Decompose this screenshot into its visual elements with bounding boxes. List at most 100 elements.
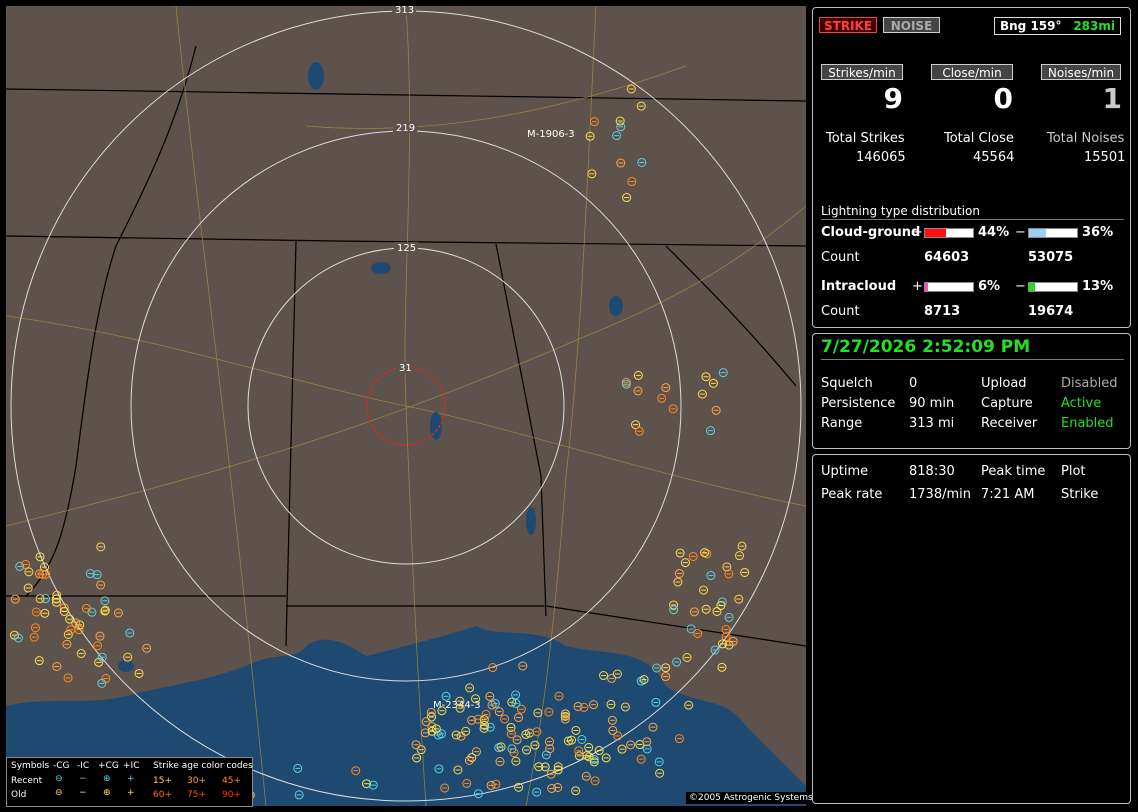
age-45: 45+ [222,776,241,786]
ic-count-label: Count [821,304,860,319]
close-per-min-label: Close/min [931,64,1013,80]
uptime-label: Uptime [821,464,869,479]
uptime-value: 818:30 [909,464,955,479]
cg-pos-pct: 44% [978,225,1010,240]
capture-value: Active [1061,396,1102,411]
upload-label: Upload [981,376,1027,391]
legend-col-neg-ic: -IC [77,761,90,771]
persistence-value: 90 min [909,396,955,411]
strikes-per-min-label: Strikes/min [821,64,903,80]
distance-value: 283mi [1073,19,1115,33]
receiver-value: Enabled [1061,416,1114,431]
noise-mode-button[interactable]: NOISE [883,17,940,33]
legend-col-pos-ic: +IC [123,761,140,771]
legend-row-old: Old [11,790,27,800]
recent-pos-ic-icon: + [127,774,135,784]
old-pos-ic-icon: + [127,788,135,798]
cg-pos-bar [924,228,974,238]
old-neg-ic-icon: − [79,788,87,798]
map-canvas[interactable]: 313 219 125 31 M-1906-3 M-2344-3 [6,6,806,806]
copyright-notice: ©2005 Astrogenic Systems [686,792,816,804]
ic-neg-pct: 13% [1082,279,1114,294]
capture-label: Capture [981,396,1033,411]
legend-row-recent: Recent [11,776,43,786]
squelch-label: Squelch [821,376,873,391]
age-90: 90+ [222,790,241,800]
cg-pos-bar-fill [925,229,947,237]
legend-col-pos-cg: +CG [98,761,119,771]
recent-neg-cg-icon: ⊖ [55,774,63,784]
plot-label: Plot [1061,464,1086,479]
age-75: 75+ [187,790,206,800]
noises-per-min-label: Noises/min [1041,64,1121,80]
age-30: 30+ [187,776,206,786]
status-divider [821,359,1124,360]
uptime-panel: Uptime 818:30 Peak time Plot Peak rate 1… [812,454,1131,804]
recent-pos-cg-icon: ⊕ [103,774,111,784]
ic-pos-count: 8713 [924,304,961,319]
old-pos-cg-icon: ⊕ [103,788,111,798]
distribution-title: Lightning type distribution [821,204,980,218]
total-close-label: Total Close [944,131,1014,146]
cg-pos-count: 64603 [924,250,970,265]
peak-time-value: 7:21 AM [981,487,1035,502]
legend-age-title: Strike age color codes [153,761,253,771]
strikes-per-min-value: 9 [883,82,903,115]
ic-pos-bar [924,282,974,292]
ic-neg-sign: − [1015,279,1026,294]
cg-count-label: Count [821,250,860,265]
total-close-value: 45564 [973,150,1015,165]
old-neg-cg-icon: ⊖ [55,788,63,798]
range-label: Range [821,416,863,431]
upload-value: Disabled [1061,376,1118,391]
recent-neg-ic-icon: − [79,774,87,784]
legend-col-neg-cg: -CG [53,761,70,771]
cg-neg-sign: − [1015,225,1026,240]
ic-neg-count: 19674 [1028,304,1074,319]
bearing-readout: Bng 159° 283mi [994,17,1121,35]
peak-time-label: Peak time [981,464,1046,479]
strike-map[interactable]: 313 219 125 31 M-1906-3 M-2344-3 [6,6,806,806]
noises-per-min-value: 1 [1102,82,1122,115]
close-per-min-value: 0 [993,82,1013,115]
cg-neg-count: 53075 [1028,250,1074,265]
distribution-divider [821,219,1124,220]
state-borders [6,45,806,647]
total-strikes-label: Total Strikes [826,131,905,146]
ic-pos-bar-fill [925,283,928,291]
site-label-north: M-1906-3 [527,129,575,140]
intracloud-label: Intracloud [821,279,897,294]
ring-labels: 313 219 125 31 [392,6,418,374]
symbol-legend: Symbols -CG -IC +CG +IC Strike age color… [6,757,253,807]
bearing-value: Bng 159° [999,19,1062,33]
range-value: 313 mi [909,416,955,431]
plot-value[interactable]: Strike [1061,487,1098,502]
receiver-label: Receiver [981,416,1038,431]
ic-pos-sign: + [912,279,923,294]
peak-rate-value: 1738/min [909,487,971,502]
strike-mode-button[interactable]: STRIKE [819,17,877,33]
ic-neg-bar-fill [1029,283,1036,291]
ring-label-125: 125 [397,243,416,254]
ring-label-219: 219 [396,123,415,134]
cg-pos-sign: + [912,225,923,240]
cloud-ground-label: Cloud-ground [821,225,921,240]
status-panel: 7/27/2026 2:52:09 PM Squelch 0 Upload Di… [812,333,1131,449]
datetime-readout: 7/27/2026 2:52:09 PM [821,337,1031,357]
age-60: 60+ [153,790,172,800]
persistence-label: Persistence [821,396,896,411]
strike-stats-panel: STRIKE NOISE Bng 159° 283mi Strikes/min … [812,7,1131,328]
ic-neg-bar [1028,282,1078,292]
total-strikes-value: 146065 [856,150,906,165]
ring-label-313: 313 [395,6,414,16]
cg-neg-bar-fill [1029,229,1047,237]
cg-neg-bar [1028,228,1078,238]
squelch-value: 0 [909,376,918,391]
total-noises-label: Total Noises [1047,131,1125,146]
age-15: 15+ [153,776,172,786]
total-noises-value: 15501 [1084,150,1126,165]
gulf-water [236,626,806,806]
ic-pos-pct: 6% [978,279,1001,294]
peak-rate-label: Peak rate [821,487,883,502]
cg-neg-pct: 36% [1082,225,1114,240]
